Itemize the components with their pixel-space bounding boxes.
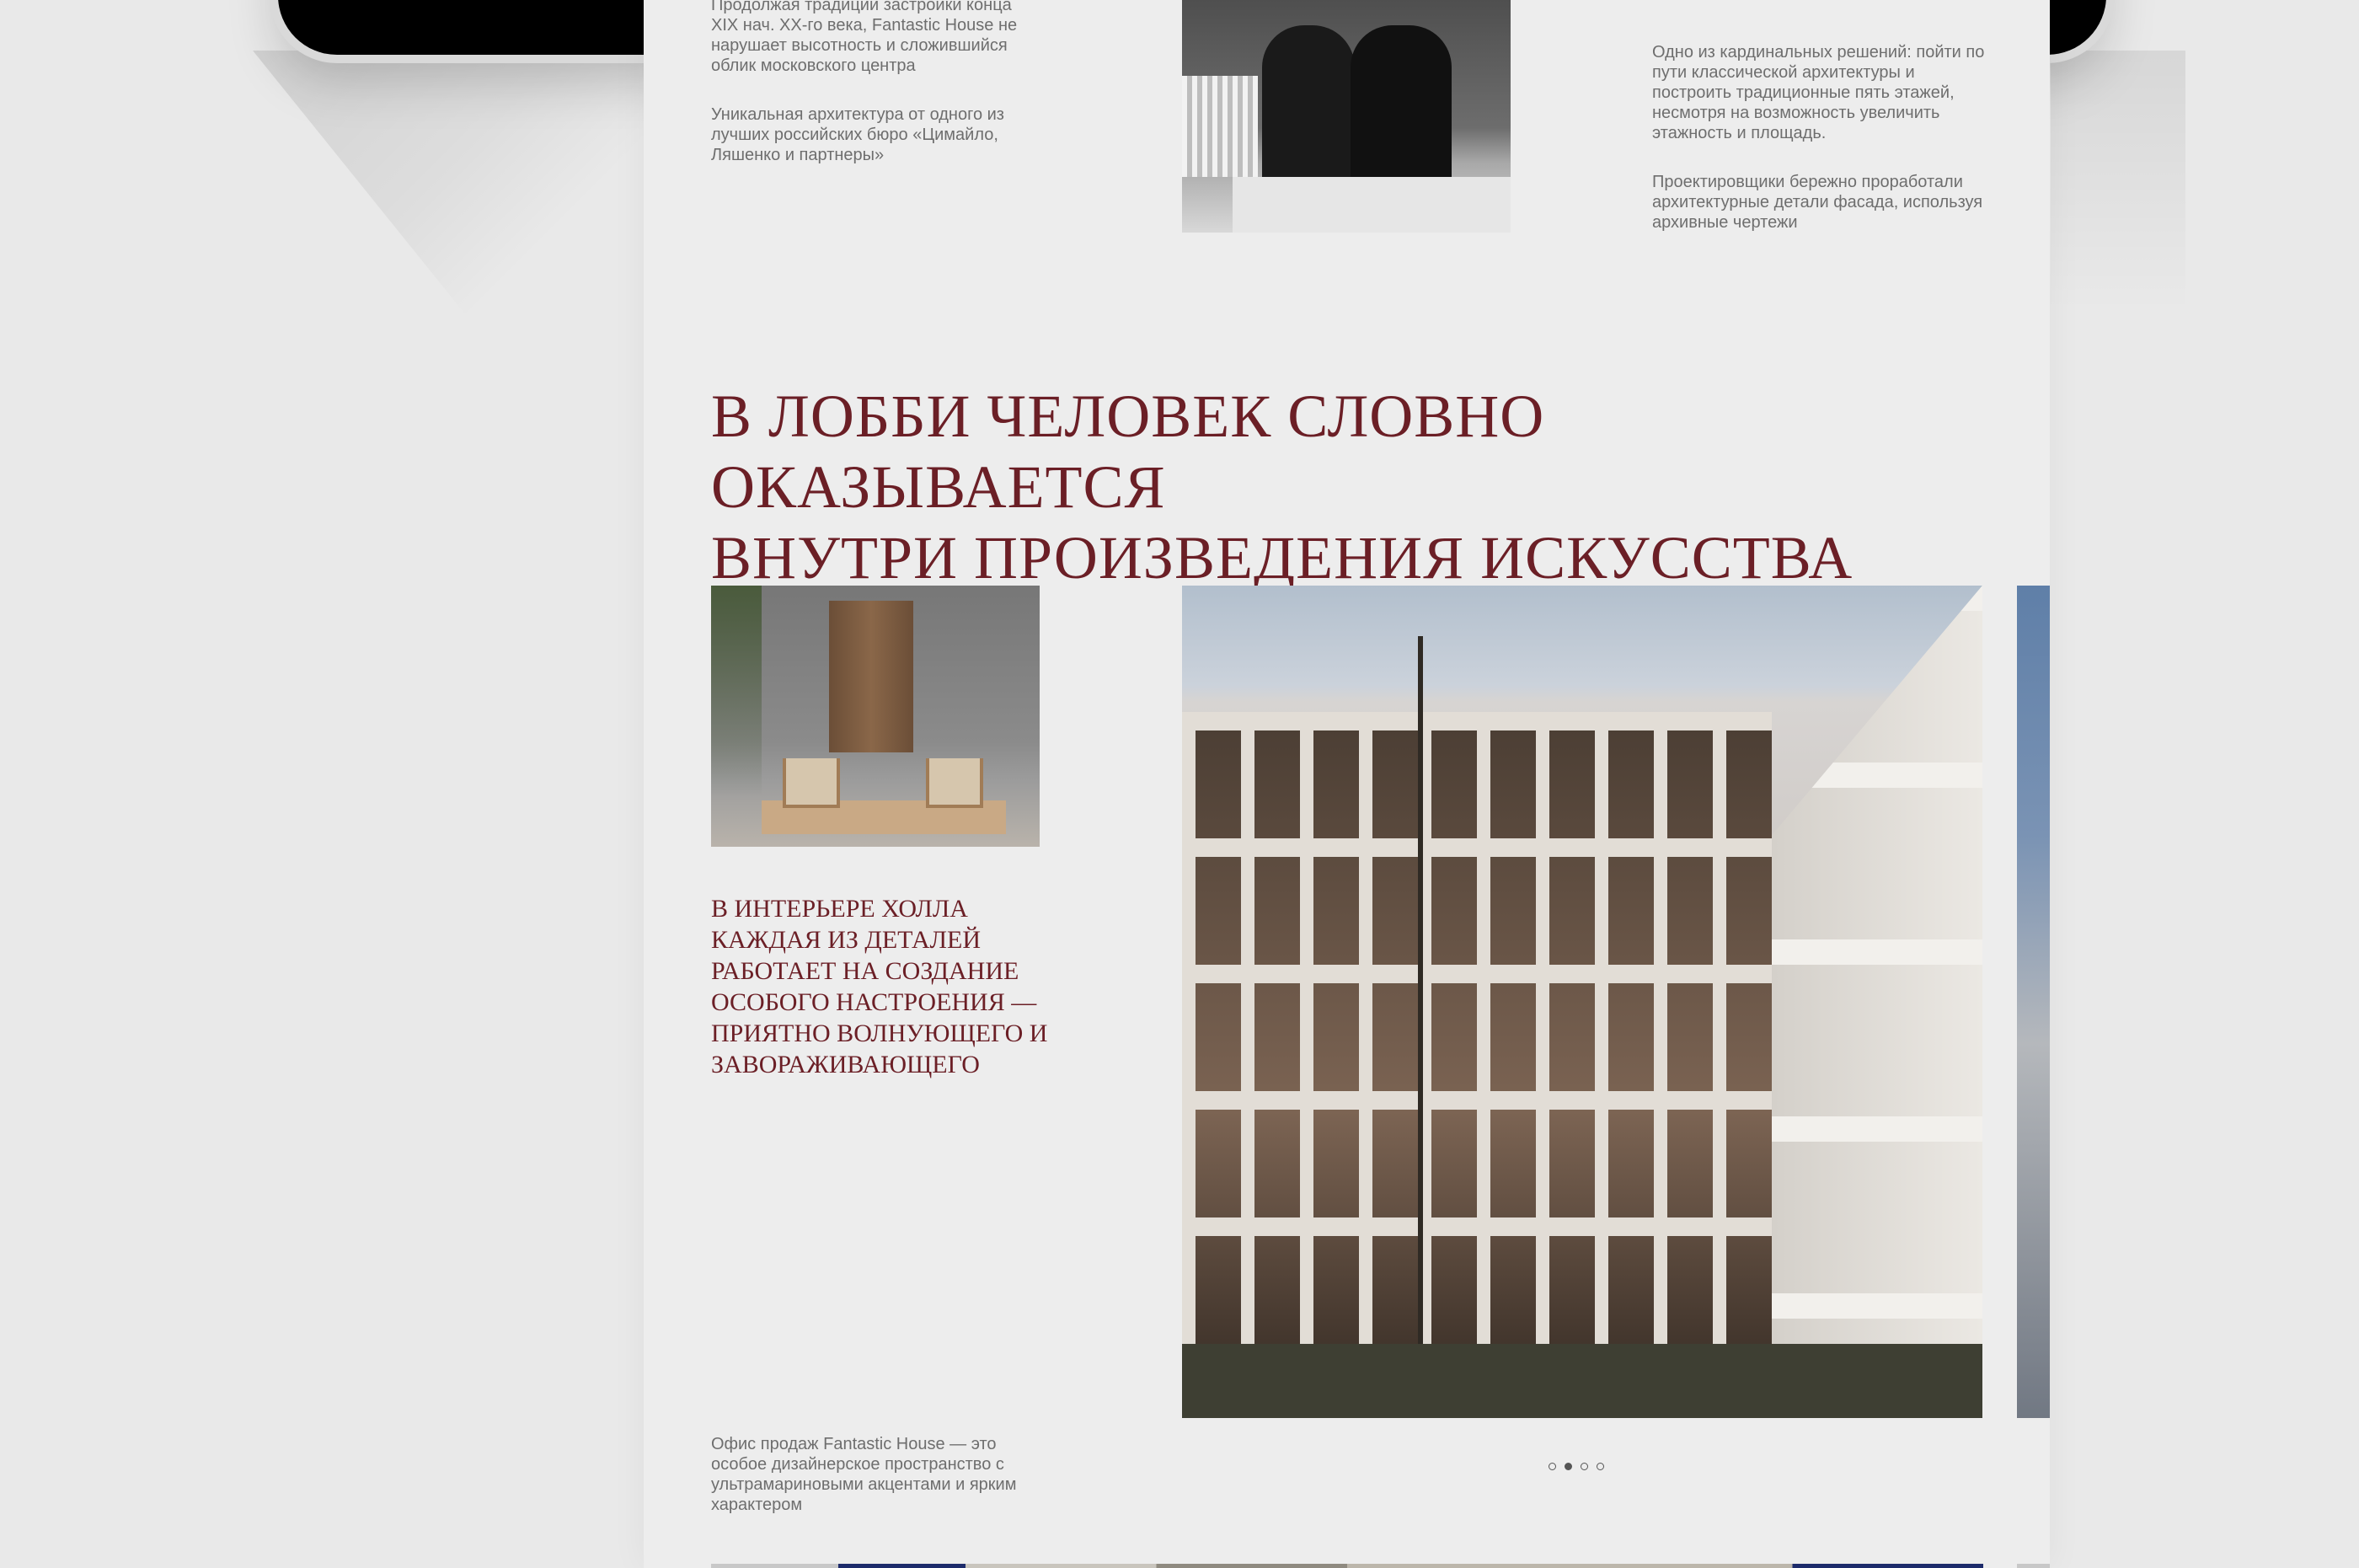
photo-bookshelf [1182,76,1258,177]
slider-next-image-peek[interactable] [2017,586,2050,1418]
lobby-subheading: В интерьере холла каждая из деталей рабо… [711,895,1048,1078]
photo-facade-grid [1182,712,1772,1378]
sales-office-caption: Офис продаж Fantastic House — это особое… [711,1435,1017,1514]
slider-dot-4[interactable] [1597,1463,1604,1470]
slider-dot-1[interactable] [1549,1463,1556,1470]
lobby-heading-line-2: внутри произведения искусства [711,524,1854,591]
lobby-interior-photo [711,586,1040,847]
photo-chair-right [926,758,983,808]
photo-tree [1418,636,1423,1378]
photo-cabinet [829,601,913,752]
slider-dot-2[interactable] [1565,1463,1572,1470]
architects-photo [1182,0,1511,233]
photo-facade-wing [1772,586,1982,1418]
photo-chair-left [783,758,840,808]
intro-text-architecture: Уникальная архитектура от одного из лучш… [711,105,1004,164]
photo-plant [711,586,762,796]
intro-text-facade-details: Проектировщики бережно проработали архит… [1652,173,1983,232]
slider-pagination [1549,1463,1604,1470]
lobby-heading: В лобби человек словно оказывается внутр… [711,381,1933,593]
photo-shrubs [1182,1344,1982,1418]
photo-bench [1233,177,1511,233]
device-shadow-right [2051,51,2185,312]
device-shadow-left [253,51,649,345]
next-section-image-strip [711,1564,1983,1568]
next-section-image-peek [2017,1564,2050,1568]
slider-dot-3[interactable] [1581,1463,1588,1470]
lobby-heading-line-1: В лобби человек словно оказывается [711,383,1545,521]
intro-text-classic-decision: Одно из кардинальных решений: пойти по п… [1652,43,1985,142]
slider-image-courtyard[interactable] [1182,586,1982,1418]
intro-text-heritage: Продолжая традиции застройки конца XIX н… [711,0,1018,75]
